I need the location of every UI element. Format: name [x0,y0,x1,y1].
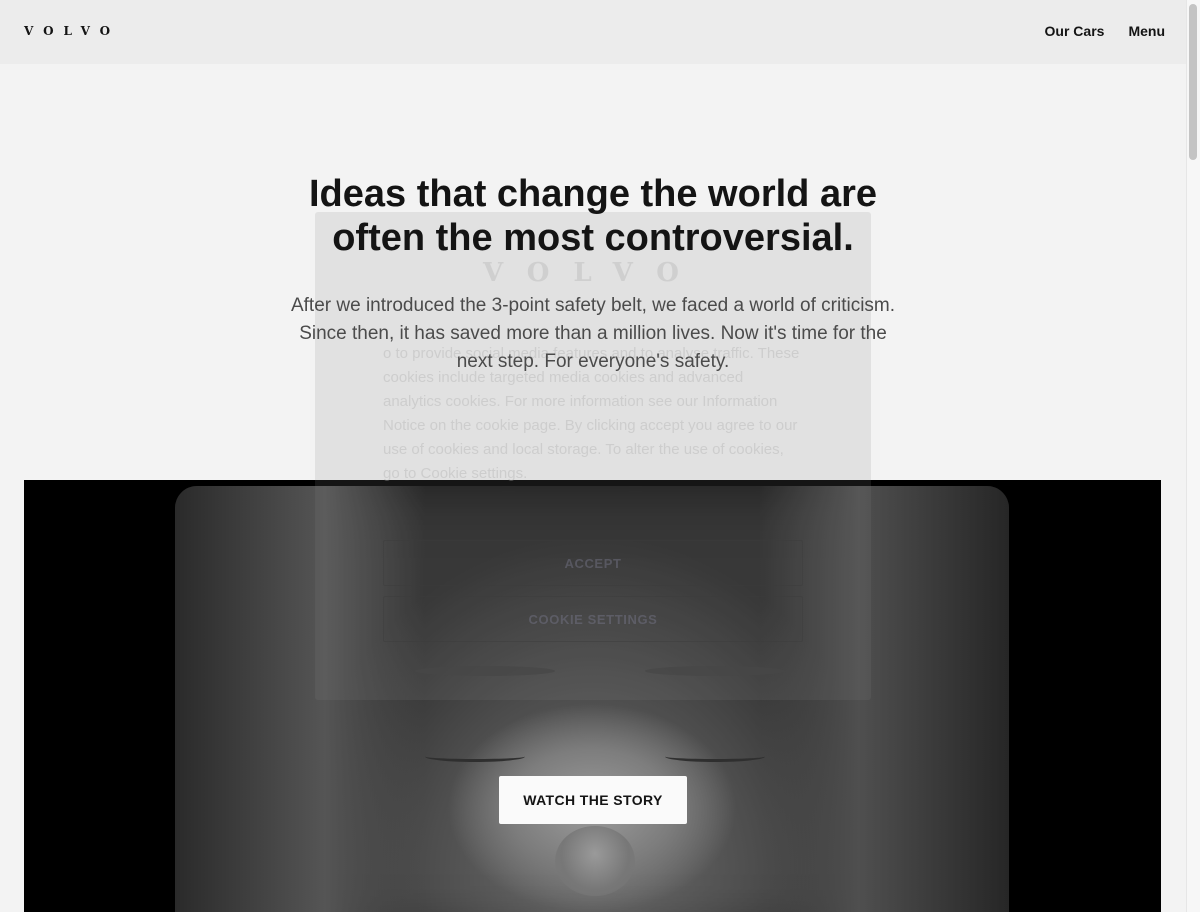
cookie-settings-button[interactable]: COOKIE SETTINGS [383,596,803,642]
main-nav: Our Cars Menu [1045,23,1165,39]
nav-our-cars[interactable]: Our Cars [1045,23,1105,39]
video-nose [555,826,635,896]
hero-title: Ideas that change the world are often th… [230,172,956,260]
page-scrollbar[interactable] [1186,0,1200,912]
volvo-logo[interactable]: VOLVO [24,24,120,38]
hero-subtitle: After we introduced the 3-point safety b… [290,295,896,372]
video-eye-right [665,751,765,762]
hero-title-line-2: often the most controversial. [332,217,854,259]
video-eye-left [425,751,525,762]
cookie-accept-button[interactable]: ACCEPT [383,540,803,586]
scrollbar-thumb[interactable] [1189,4,1197,160]
hero-title-line-1: Ideas that change the world are [308,173,878,215]
nav-menu[interactable]: Menu [1128,23,1165,39]
page: VOLVO Our Cars Menu Ideas that change th… [0,0,1200,912]
watch-story-button[interactable]: WATCH THE STORY [499,776,687,824]
cookie-dialog: VOLVO o to provide social media features… [315,212,871,700]
cookie-volvo-logo: VOLVO [483,258,703,288]
site-header: VOLVO Our Cars Menu [0,0,1186,64]
